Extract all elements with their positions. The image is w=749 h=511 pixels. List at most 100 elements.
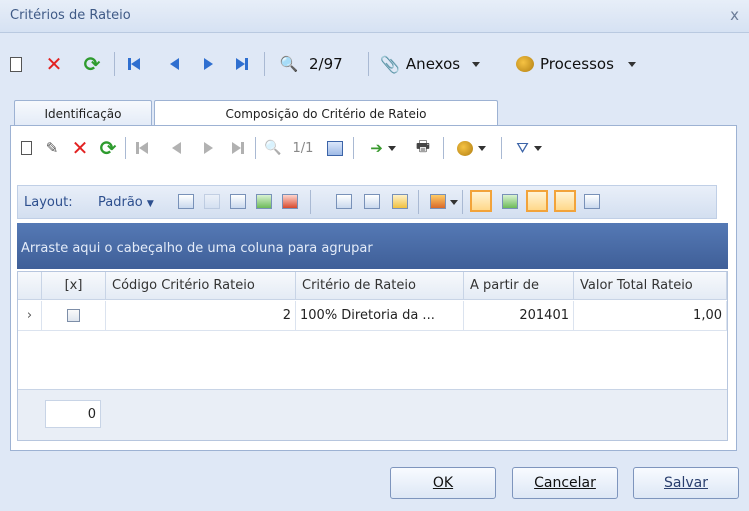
previous-record-button[interactable] — [164, 50, 184, 78]
first-icon — [128, 58, 140, 70]
next-row-button[interactable] — [199, 134, 217, 162]
sum-icon[interactable] — [364, 194, 380, 209]
calendar-icon — [327, 140, 343, 156]
grid-footer: 0 — [18, 389, 727, 440]
new-button[interactable] — [6, 50, 26, 78]
layout-preset-dropdown[interactable]: Padrão ▼ — [98, 195, 154, 210]
group-by-panel[interactable]: Arraste aqui o cabeçalho de uma coluna p… — [17, 223, 728, 269]
last-row-button[interactable] — [229, 134, 247, 162]
previous-row-button[interactable] — [167, 134, 185, 162]
previous-icon — [169, 58, 179, 70]
column-header-a-partir[interactable]: A partir de — [464, 272, 574, 300]
tab-composicao[interactable]: Composição do Critério de Rateio — [154, 100, 498, 127]
edit-row-button[interactable]: ✎ — [41, 134, 63, 162]
refresh-grid-button[interactable]: ⟳ — [97, 134, 119, 162]
save-layout-icon[interactable] — [178, 194, 194, 209]
separator — [310, 190, 311, 214]
checkbox[interactable] — [67, 309, 80, 322]
column-header-criterio[interactable]: Critério de Rateio — [296, 272, 464, 300]
previous-icon — [171, 142, 181, 154]
record-counter: 2/97 — [309, 50, 355, 78]
separator — [418, 190, 419, 214]
separator — [501, 137, 502, 159]
new-document-icon — [20, 141, 32, 155]
calendar-button[interactable] — [323, 134, 347, 162]
chevron-right-icon: › — [26, 308, 33, 323]
first-row-button[interactable] — [133, 134, 151, 162]
cancel-button[interactable]: Cancelar — [512, 467, 618, 499]
delete-icon: ✕ — [45, 52, 63, 76]
column-header-label: [x] — [64, 278, 83, 293]
cell-valor[interactable]: 1,00 — [574, 301, 727, 331]
column-header-label: Código Critério Rateio — [112, 278, 255, 293]
first-record-button[interactable] — [124, 50, 144, 78]
column-header-label: Critério de Rateio — [302, 278, 416, 293]
layout-preset-value: Padrão — [98, 195, 143, 210]
main-toolbar: ✕ ⟳ 🔍 2/97 📎 Anexos Processos — [0, 46, 749, 82]
ok-button[interactable]: OK — [390, 467, 496, 499]
next-icon — [203, 58, 213, 70]
filter-icon: ⛛ — [516, 139, 529, 157]
cell-value: 100% Diretoria da ... — [300, 308, 435, 323]
last-record-button[interactable] — [232, 50, 252, 78]
view-option-4-icon[interactable] — [554, 190, 576, 212]
cell-codigo[interactable]: 2 — [106, 301, 296, 331]
filter-button[interactable]: ⛛ — [507, 134, 551, 162]
column-header-valor[interactable]: Valor Total Rateio — [574, 272, 727, 300]
search-button[interactable]: 🔍 — [274, 50, 304, 78]
processos-button[interactable]: Processos — [516, 50, 666, 78]
anexos-button[interactable]: 📎 Anexos — [380, 50, 506, 78]
separator — [353, 137, 354, 159]
chevron-down-icon — [472, 61, 481, 67]
cell-value: 201401 — [519, 308, 569, 323]
upload-icon[interactable] — [282, 194, 298, 209]
processes-grid-button[interactable] — [449, 134, 493, 162]
refresh-icon: ⟳ — [83, 52, 101, 76]
cell-criterio[interactable]: 100% Diretoria da ... — [296, 301, 464, 331]
column-header-label: A partir de — [470, 278, 540, 293]
next-record-button[interactable] — [198, 50, 218, 78]
edit-icon: ✎ — [45, 139, 59, 157]
separator — [255, 137, 256, 159]
copy-layout-icon[interactable] — [204, 194, 220, 209]
grid-settings-icon[interactable] — [230, 194, 246, 209]
footer-count-value: 0 — [87, 406, 96, 422]
separator — [462, 190, 463, 214]
separator — [114, 52, 115, 76]
print-button[interactable]: 🖶 — [411, 134, 435, 162]
export-icon[interactable] — [256, 194, 272, 209]
search-grid-button[interactable]: 🔍 — [261, 134, 285, 162]
cell-value: 1,00 — [693, 308, 722, 323]
delete-row-button[interactable]: ✕ — [69, 134, 91, 162]
refresh-button[interactable]: ⟳ — [80, 50, 104, 78]
view-option-2-icon[interactable] — [502, 194, 518, 209]
new-document-icon — [10, 56, 22, 72]
save-button[interactable]: Salvar — [633, 467, 739, 499]
view-option-3-icon[interactable] — [526, 190, 548, 212]
column-header-codigo[interactable]: Código Critério Rateio — [106, 272, 296, 300]
processos-label: Processos — [540, 55, 614, 73]
tab-identificacao[interactable]: Identificação — [14, 100, 152, 126]
separator — [264, 52, 265, 76]
cell-value: 2 — [282, 308, 291, 323]
close-icon[interactable]: x — [730, 6, 739, 24]
import-button[interactable]: ➔ — [361, 134, 405, 162]
view-option-1-icon[interactable] — [470, 190, 492, 212]
grid-record-counter-text: 1/1 — [292, 140, 314, 156]
record-counter-text: 2/97 — [309, 55, 343, 73]
layout-toolbar: Layout: Padrão ▼ — [17, 185, 717, 219]
table-row-checkbox[interactable] — [42, 301, 106, 331]
first-icon — [136, 142, 148, 154]
column-chooser-icon[interactable] — [336, 194, 352, 209]
font-icon[interactable] — [584, 194, 600, 209]
column-header-select[interactable]: [x] — [42, 272, 106, 300]
anexos-label: Anexos — [405, 55, 461, 73]
delete-button[interactable]: ✕ — [42, 50, 66, 78]
highlight-icon[interactable] — [392, 194, 408, 209]
binoculars-icon: 🔍 — [279, 55, 299, 73]
new-row-button[interactable] — [17, 134, 35, 162]
save-label: Salvar — [664, 475, 708, 491]
layout-label: Layout: — [24, 195, 73, 210]
chart-icon[interactable] — [430, 194, 446, 209]
cell-a-partir[interactable]: 201401 — [464, 301, 574, 331]
